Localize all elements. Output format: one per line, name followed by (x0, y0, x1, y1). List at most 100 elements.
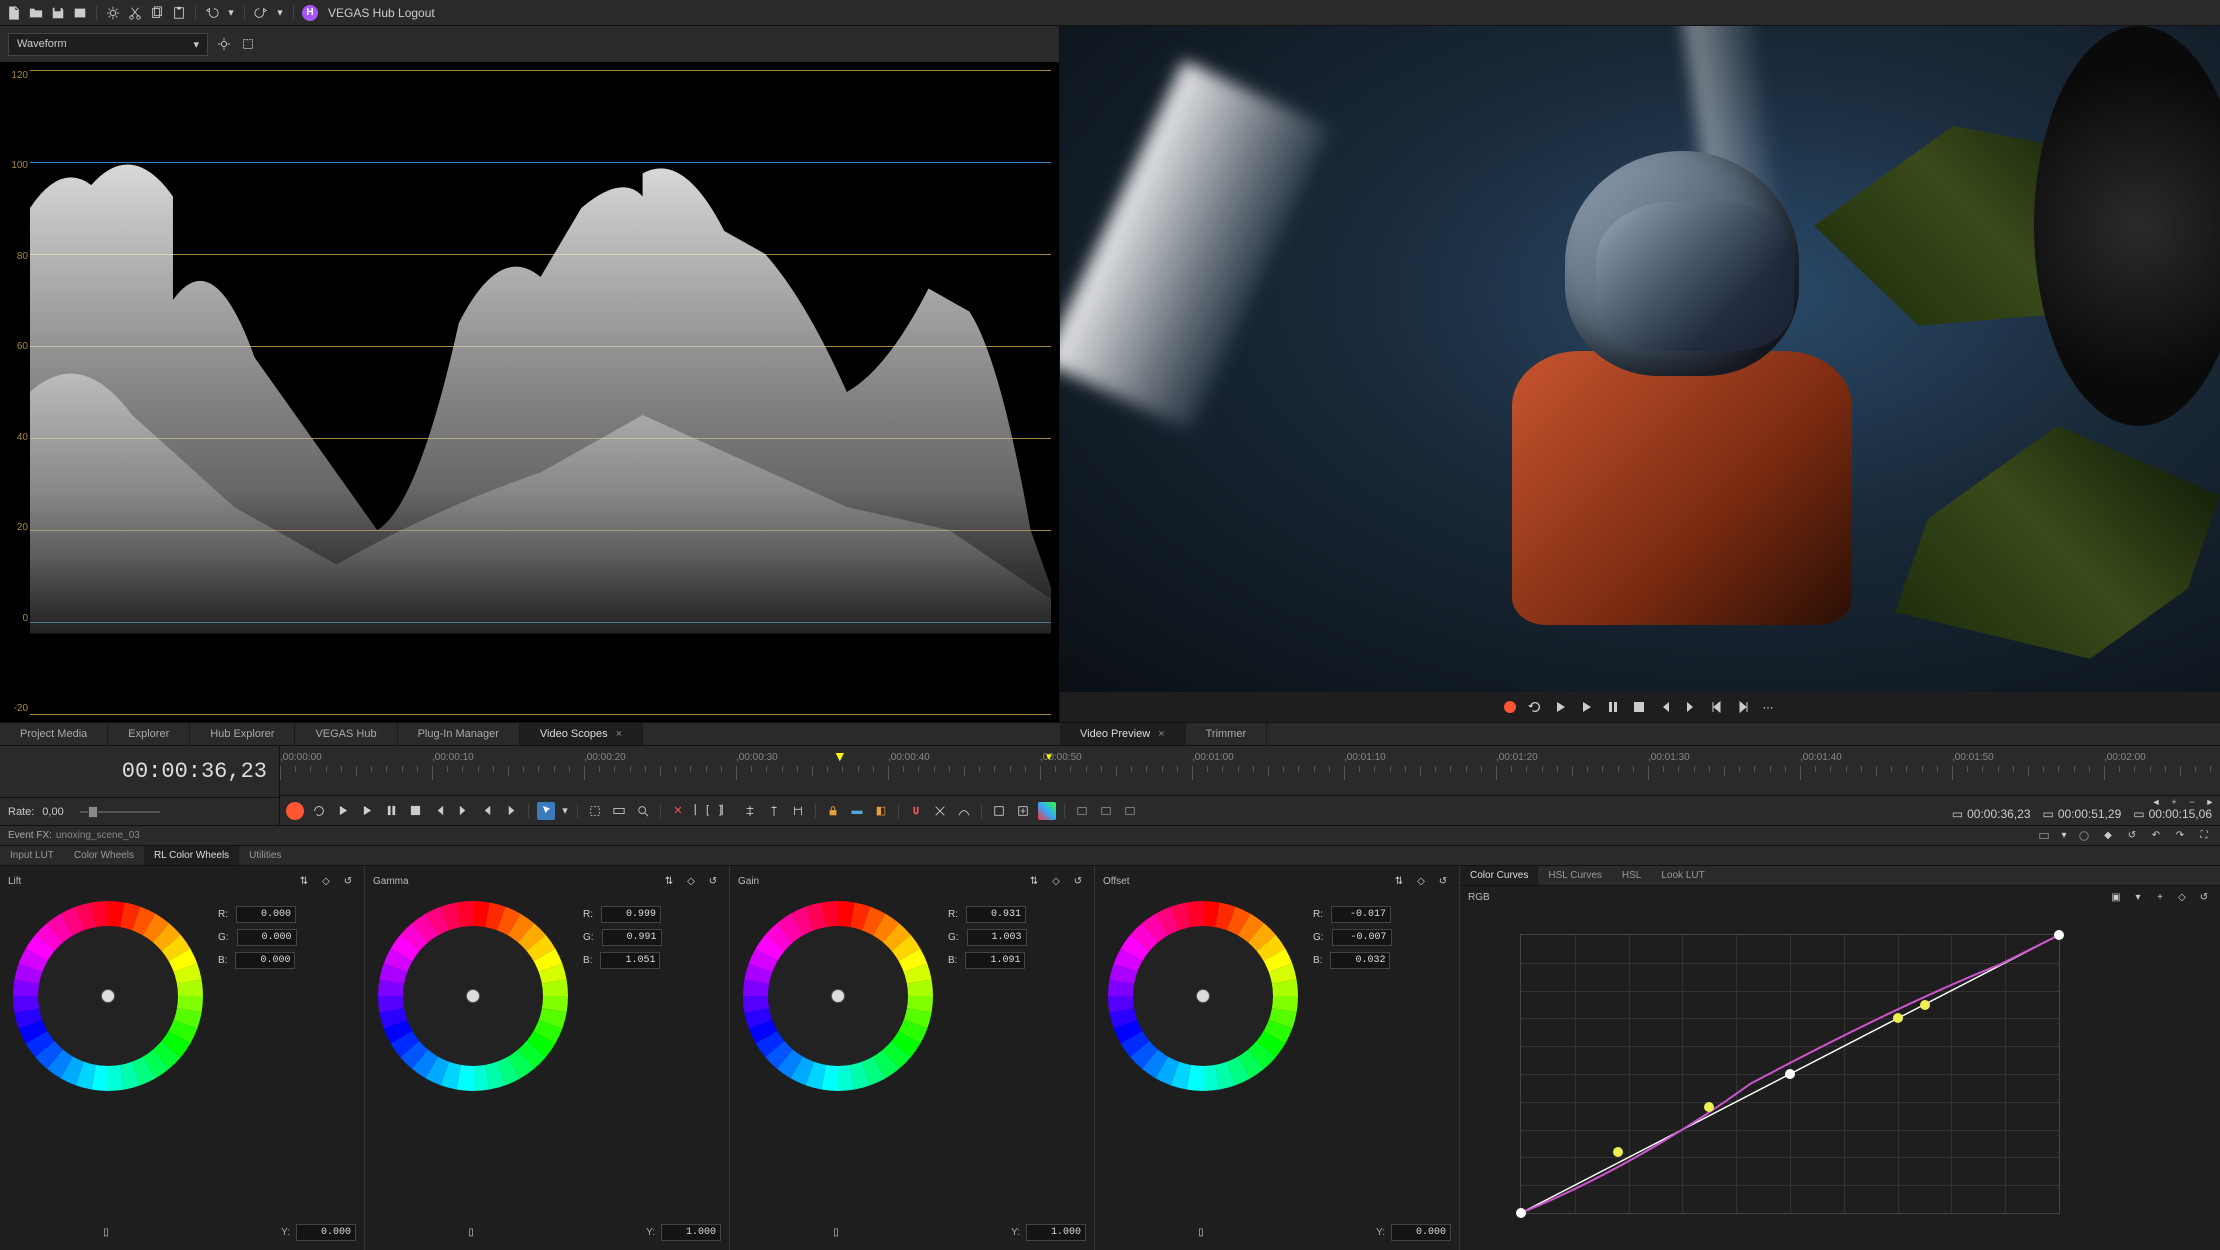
undo-dropdown-icon[interactable]: ▾ (226, 5, 236, 21)
wheel-reset-icon[interactable]: ↺ (1070, 873, 1086, 889)
r-input[interactable] (236, 906, 296, 923)
r-input[interactable] (601, 906, 661, 923)
wheel-expand-icon[interactable]: ⇅ (661, 873, 677, 889)
open-folder-icon[interactable] (28, 5, 44, 21)
split-icon[interactable] (741, 802, 759, 820)
fx-bypass-icon[interactable] (2076, 828, 2092, 844)
wheel-slider-icon[interactable]: ▯ (98, 1224, 114, 1240)
loop-icon[interactable] (1528, 700, 1542, 714)
marker-icon[interactable] (765, 802, 783, 820)
trim-start-icon[interactable]: ⎸[ (693, 802, 711, 820)
event-fx-icon[interactable] (990, 802, 1008, 820)
paste-icon[interactable] (171, 5, 187, 21)
fx-keyframe-icon[interactable]: ◆ (2100, 828, 2116, 844)
next-edit-icon[interactable]: ► (2202, 794, 2218, 810)
color-wheel-gamma[interactable] (373, 896, 573, 1096)
tab-explorer[interactable]: Explorer (108, 723, 190, 745)
wheel-reset-icon[interactable]: ↺ (705, 873, 721, 889)
wheel-reset-icon[interactable]: ↺ (340, 873, 356, 889)
curvestab-hsl[interactable]: HSL (1612, 866, 1651, 885)
output-fx-icon[interactable] (1121, 802, 1139, 820)
rate-slider-thumb[interactable] (88, 806, 98, 818)
wheel-keyframe-icon[interactable]: ◇ (1413, 873, 1429, 889)
copy-icon[interactable] (149, 5, 165, 21)
wheel-keyframe-icon[interactable]: ◇ (318, 873, 334, 889)
color-wheel-gain[interactable] (738, 896, 938, 1096)
next-frame-icon[interactable] (1736, 700, 1750, 714)
g-input[interactable] (237, 929, 297, 946)
b-input[interactable] (1330, 952, 1390, 969)
redo-dropdown-icon[interactable]: ▾ (275, 5, 285, 21)
curves-add-point-icon[interactable]: + (2152, 889, 2168, 905)
tab-hub-explorer[interactable]: Hub Explorer (190, 723, 295, 745)
next-frame-icon[interactable] (502, 802, 520, 820)
prev-frame-icon[interactable] (1710, 700, 1724, 714)
fx-reset-icon[interactable]: ↺ (2124, 828, 2140, 844)
y-input[interactable] (296, 1224, 356, 1241)
wheel-expand-icon[interactable]: ⇅ (296, 873, 312, 889)
color-wheel-lift[interactable] (8, 896, 208, 1096)
zoom-tool-icon[interactable] (634, 802, 652, 820)
curve-point[interactable] (1516, 1208, 1526, 1218)
track-fx-icon[interactable] (1073, 802, 1091, 820)
fx-chain-dropdown-icon[interactable]: ▾ (2060, 828, 2068, 844)
playhead-marker[interactable]: ▼ (833, 748, 847, 764)
y-input[interactable] (1026, 1224, 1086, 1241)
marker-icon[interactable]: ▾ (1046, 750, 1052, 763)
curves-remove-point-icon[interactable]: ◇ (2174, 889, 2190, 905)
go-to-start-icon[interactable] (1658, 700, 1672, 714)
quantize-icon[interactable] (931, 802, 949, 820)
g-input[interactable] (602, 929, 662, 946)
play-from-start-icon[interactable] (1554, 700, 1568, 714)
tab-plug-in-manager[interactable]: Plug-In Manager (398, 723, 520, 745)
media-fx-icon[interactable] (1097, 802, 1115, 820)
fx-expand-icon[interactable]: ⛶ (2196, 828, 2212, 844)
pause-icon[interactable] (382, 802, 400, 820)
go-to-end-icon[interactable] (1684, 700, 1698, 714)
save-icon[interactable] (50, 5, 66, 21)
r-input[interactable] (966, 906, 1026, 923)
prev-edit-icon[interactable]: ◄ (2148, 794, 2164, 810)
cursor-timecode-display[interactable]: 00:00:36,23 (0, 746, 279, 797)
stop-icon[interactable] (406, 802, 424, 820)
color-grading-icon[interactable] (1038, 802, 1056, 820)
b-input[interactable] (235, 952, 295, 969)
wheel-control-dot[interactable] (1196, 989, 1210, 1003)
subtab-utilities[interactable]: Utilities (239, 846, 291, 865)
tab-video-preview[interactable]: Video Preview× (1060, 723, 1186, 745)
curve-grid[interactable] (1520, 934, 2060, 1214)
curve-point[interactable] (1920, 1000, 1930, 1010)
wheel-control-dot[interactable] (831, 989, 845, 1003)
trim-end-icon[interactable]: ]⎸ (717, 802, 735, 820)
hub-badge-icon[interactable]: H (302, 5, 318, 21)
new-file-icon[interactable] (6, 5, 22, 21)
b-input[interactable] (965, 952, 1025, 969)
curvestab-hsl-curves[interactable]: HSL Curves (1538, 866, 1612, 885)
curve-point[interactable] (2054, 930, 2064, 940)
scope-settings-gear-icon[interactable] (216, 36, 232, 52)
close-icon[interactable]: × (1158, 728, 1164, 740)
delete-icon[interactable]: ✕ (669, 802, 687, 820)
cursor-position-readout[interactable]: ▭00:00:36,23 (1952, 807, 2031, 821)
subtab-rl-color-wheels[interactable]: RL Color Wheels (144, 846, 239, 865)
prev-frame-icon[interactable] (478, 802, 496, 820)
more-options-icon[interactable]: ⋯ (1762, 700, 1776, 714)
lock-icon[interactable] (824, 802, 842, 820)
record-button[interactable] (286, 802, 304, 820)
wheel-keyframe-icon[interactable]: ◇ (1048, 873, 1064, 889)
wheel-control-dot[interactable] (101, 989, 115, 1003)
curve-point[interactable] (1613, 1147, 1623, 1157)
b-input[interactable] (600, 952, 660, 969)
automation-icon[interactable]: ▬ (848, 802, 866, 820)
curve-point[interactable] (1704, 1102, 1714, 1112)
wheel-control-dot[interactable] (466, 989, 480, 1003)
undo-icon[interactable] (204, 5, 220, 21)
curvestab-color-curves[interactable]: Color Curves (1460, 866, 1538, 885)
selection-end-readout[interactable]: ▭00:00:51,29 (2043, 807, 2122, 821)
curves-dropdown-icon[interactable]: ▾ (2130, 889, 2146, 905)
snap-icon[interactable] (907, 802, 925, 820)
r-input[interactable] (1331, 906, 1391, 923)
curvestab-look-lut[interactable]: Look LUT (1651, 866, 1714, 885)
scope-mode-select[interactable]: Waveform ▾ (8, 33, 208, 56)
y-input[interactable] (1391, 1224, 1451, 1241)
